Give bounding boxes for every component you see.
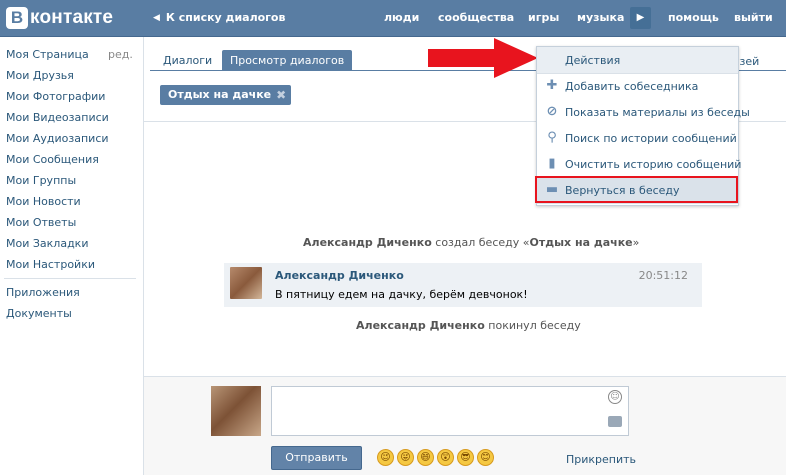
tab-dialogs[interactable]: Диалоги (155, 50, 220, 71)
search-history-item[interactable]: ⚲ Поиск по истории сообщений (537, 126, 738, 152)
back-label: К списку диалогов (165, 11, 286, 24)
message-time: 20:51:12 (638, 269, 688, 282)
menu-news[interactable]: Мои Новости (6, 195, 81, 208)
sunglasses-emoji-icon[interactable]: 😎 (457, 449, 474, 466)
created-text: создал беседу « (431, 236, 530, 249)
creator-name[interactable]: Александр Диченко (303, 236, 432, 249)
menu-edit-link[interactable]: ред. (108, 48, 133, 61)
menu-documents[interactable]: Документы (6, 307, 72, 320)
left-name[interactable]: Александр Диченко (356, 319, 485, 332)
menu-bookmarks[interactable]: Мои Закладки (6, 237, 88, 250)
camera-icon[interactable] (608, 416, 622, 427)
red-arrow-icon (428, 38, 538, 78)
menu-audio[interactable]: Мои Аудиозаписи (6, 132, 109, 145)
avatar[interactable] (230, 267, 262, 299)
smile-emoji-icon[interactable]: 😊 (477, 449, 494, 466)
menu-answers[interactable]: Мои Ответы (6, 216, 76, 229)
system-message-created: Александр Диченко создал беседу «Отдых н… (303, 236, 639, 249)
menu-apps[interactable]: Приложения (6, 286, 80, 299)
conversation-token[interactable]: Отдых на дачке ✖ (160, 85, 292, 105)
send-button[interactable]: Отправить (271, 446, 362, 470)
nav-games[interactable]: игры (528, 11, 559, 24)
dropdown-header[interactable]: Действия (537, 47, 738, 74)
menu-photos[interactable]: Мои Фотографии (6, 90, 105, 103)
menu-divider (4, 278, 136, 279)
system-message-left: Александр Диченко покинул беседу (356, 319, 581, 332)
search-history-label: Поиск по истории сообщений (565, 132, 737, 145)
created-title: Отдых на дачке (529, 236, 633, 249)
search-icon: ⚲ (547, 130, 557, 145)
plus-icon: ✚ (546, 78, 558, 93)
menu-groups[interactable]: Мои Группы (6, 174, 76, 187)
surprised-emoji-icon[interactable]: 😲 (437, 449, 454, 466)
menu-my-page[interactable]: Моя Страница (6, 48, 89, 61)
add-participant-label: Добавить собеседника (565, 80, 699, 93)
created-end: » (632, 236, 640, 249)
nav-communities[interactable]: сообщества (438, 11, 514, 24)
message-input[interactable] (271, 386, 629, 436)
menu-friends[interactable]: Мои Друзья (6, 69, 74, 82)
menu-messages[interactable]: Мои Сообщения (6, 153, 99, 166)
clear-history-label: Очистить историю сообщений (565, 158, 742, 171)
menu-settings[interactable]: Мои Настройки (6, 258, 95, 271)
logo-mark: В (6, 7, 28, 29)
message-text: В пятницу едем на дачку, берём девчонок! (275, 288, 528, 301)
show-materials-label: Показать материалы из беседы (565, 106, 750, 119)
menu-videos[interactable]: Мои Видеозаписи (6, 111, 109, 124)
attach-link[interactable]: Прикрепить (566, 453, 636, 466)
trash-icon: ▮ (548, 156, 556, 171)
conversation-title: Отдых на дачке (168, 88, 272, 101)
show-materials-item[interactable]: ⊘ Показать материалы из беседы (537, 100, 750, 126)
clear-history-item[interactable]: ▮ Очистить историю сообщений (537, 152, 742, 178)
my-avatar[interactable] (211, 386, 261, 436)
dropdown-header-label: Действия (565, 54, 621, 67)
logo-text: контакте (30, 7, 114, 28)
wink-emoji-icon[interactable]: 😉 (377, 449, 394, 466)
nav-people[interactable]: люди (384, 11, 419, 24)
emoji-bar: 😉 😜 😄 😲 😎 😊 (377, 449, 494, 466)
vk-logo[interactable]: В контакте (6, 6, 113, 30)
tab-view-dialogs[interactable]: Просмотр диалогов (222, 50, 353, 71)
nav-help[interactable]: помощь (668, 11, 719, 24)
nav-logout[interactable]: выйти (734, 11, 773, 24)
chevron-left-icon: ◀ (153, 12, 160, 23)
grin-emoji-icon[interactable]: 😄 (417, 449, 434, 466)
nav-music[interactable]: музыка (577, 11, 624, 24)
highlight-box (535, 176, 738, 203)
smiley-icon[interactable]: ☺ (608, 390, 622, 404)
message-author[interactable]: Александр Диченко (275, 269, 404, 282)
add-participant-item[interactable]: ✚ Добавить собеседника (537, 74, 738, 100)
left-text: покинул беседу (484, 319, 581, 332)
tongue-emoji-icon[interactable]: 😜 (397, 449, 414, 466)
top-header: В контакте ◀ К списку диалогов люди сооб… (0, 0, 786, 37)
recipient-input[interactable] (293, 83, 423, 109)
message-row[interactable]: Александр Диченко 20:51:12 В пятницу еде… (224, 263, 702, 307)
close-icon[interactable]: ✖ (276, 85, 286, 105)
paperclip-icon: ⊘ (546, 104, 558, 119)
back-to-dialogs-link[interactable]: ◀ К списку диалогов (153, 11, 285, 24)
play-icon[interactable]: ▶ (630, 7, 651, 29)
